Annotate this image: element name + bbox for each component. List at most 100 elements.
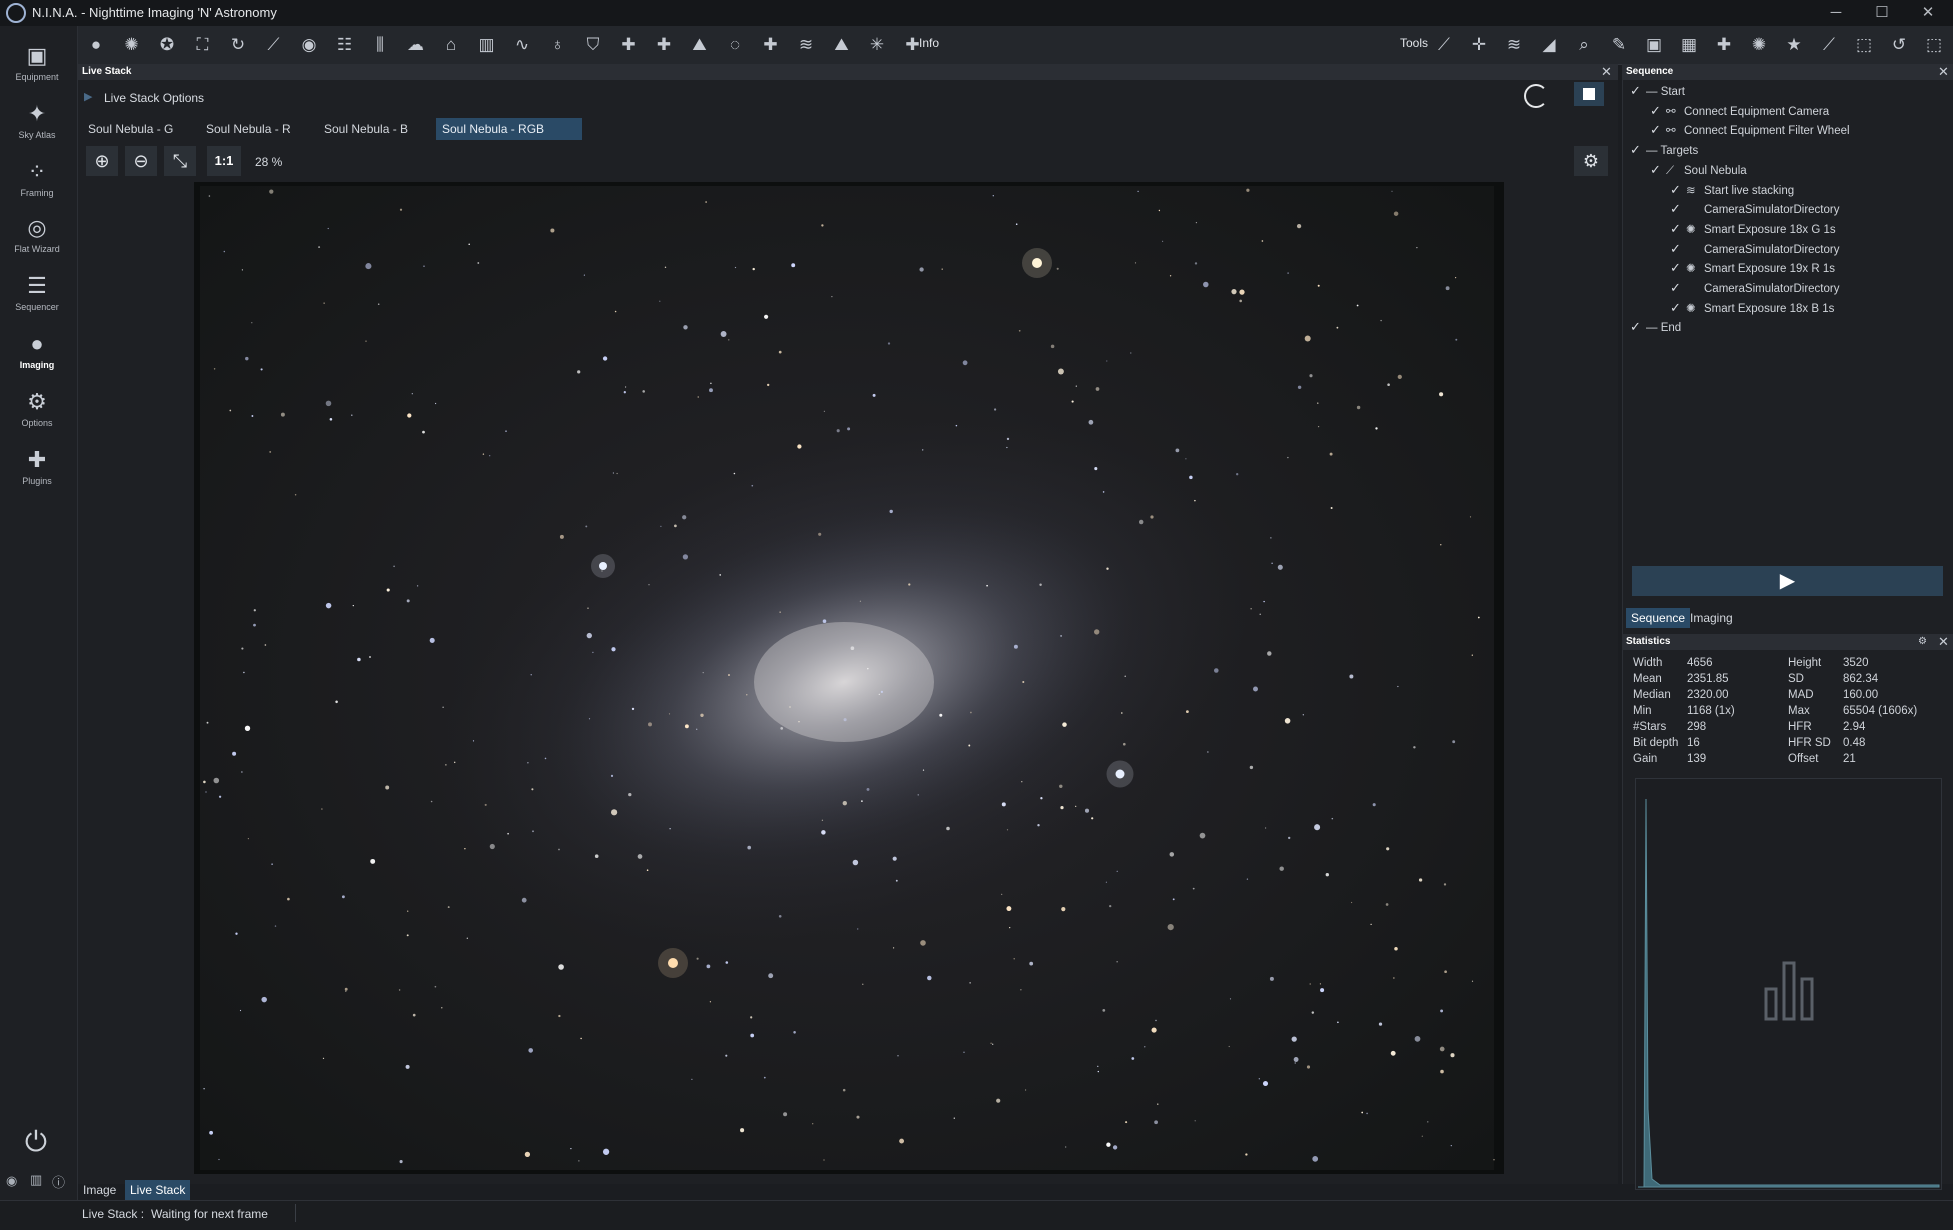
sequence-item[interactable]: ✓ ✺ Smart Exposure 19x R 1s	[1670, 258, 1835, 277]
book-icon[interactable]: ▥	[30, 1172, 42, 1188]
zoom-in-button[interactable]: ⊕	[86, 146, 118, 176]
graph-icon[interactable]: ∿	[510, 34, 534, 56]
imaging-dot-icon[interactable]: ●	[84, 34, 108, 56]
telescope-icon[interactable]: ⟋	[262, 34, 286, 56]
close-icon[interactable]: ✕	[1938, 634, 1949, 650]
minimize-button[interactable]: ─	[1816, 2, 1856, 24]
target-icon[interactable]: ◉	[297, 34, 321, 56]
histogram-icon[interactable]: ▥	[475, 34, 499, 56]
sequence-item[interactable]: ✓ ⚯ Connect Equipment Camera	[1650, 101, 1829, 120]
star-icon[interactable]: ★	[1782, 34, 1806, 56]
run-sequence-button[interactable]: ▶	[1632, 566, 1943, 596]
tab-soul-nebula-g[interactable]: Soul Nebula - G	[82, 118, 204, 140]
polar-icon[interactable]: ✳	[865, 34, 889, 56]
image-icon[interactable]: ⛰	[830, 34, 854, 56]
puzzle-icon[interactable]: ✚	[759, 34, 783, 56]
aperture-icon[interactable]: ✺	[1747, 34, 1771, 56]
sequence-item[interactable]: ✓ — End	[1630, 317, 1681, 336]
star	[429, 637, 435, 643]
info-label[interactable]: Info	[919, 36, 939, 50]
tab-soul-nebula-b[interactable]: Soul Nebula - B	[318, 118, 440, 140]
shield-icon[interactable]: ⛉	[581, 34, 605, 56]
guide-icon[interactable]: ◌	[723, 34, 747, 56]
check-icon: ✓	[1650, 102, 1661, 118]
layers-icon[interactable]: ≋	[794, 34, 818, 56]
sequence-item[interactable]: ✓ ⟋ Soul Nebula	[1650, 160, 1747, 179]
crosshair-icon[interactable]: ✛	[1467, 34, 1491, 56]
tab-sequence[interactable]: Sequence	[1626, 608, 1691, 628]
expand-arrow-icon[interactable]: ▶	[84, 90, 92, 103]
star	[728, 674, 730, 676]
close-icon[interactable]: ✕	[1938, 64, 1949, 80]
bottom-tab-live-stack[interactable]: Live Stack	[125, 1180, 191, 1200]
close-window-button[interactable]: ✕	[1908, 2, 1948, 24]
image-icon[interactable]: ⛰	[688, 34, 712, 56]
sliders-icon[interactable]: ⫼	[368, 34, 392, 56]
brush-icon[interactable]: ✎	[1607, 34, 1631, 56]
stop-button[interactable]	[1574, 82, 1604, 106]
nav-imaging[interactable]: ● Imaging	[0, 322, 74, 377]
star	[1037, 824, 1040, 827]
power-icon[interactable]: ⏻	[20, 1126, 52, 1158]
calculator-icon[interactable]: ▦	[1677, 34, 1701, 56]
rotate-icon[interactable]: ↻	[226, 34, 250, 56]
bulb-icon[interactable]: ♁	[546, 34, 570, 56]
nav-options[interactable]: ⚙ Options	[0, 380, 74, 435]
sequence-item[interactable]: ✓ ✺ Smart Exposure 18x G 1s	[1670, 219, 1836, 238]
settings-icon[interactable]: ⚙	[1918, 634, 1927, 650]
search-icon[interactable]: ⌕	[1572, 34, 1596, 56]
frame-icon[interactable]: ⬚	[1852, 34, 1876, 56]
sequence-item[interactable]: ✓ ⚯ Connect Equipment Filter Wheel	[1650, 120, 1850, 139]
one-to-one-button[interactable]: 1:1	[207, 146, 241, 176]
close-icon[interactable]: ✕	[1601, 64, 1612, 80]
maximize-button[interactable]: ☐	[1862, 2, 1902, 24]
check-icon: ✓	[1630, 319, 1641, 335]
fit-button[interactable]: ⤡	[164, 146, 196, 176]
image-viewport[interactable]	[194, 182, 1504, 1174]
cloud-icon[interactable]: ☁	[404, 34, 428, 56]
sequence-item[interactable]: ✓ ≋ Start live stacking	[1670, 180, 1794, 199]
af-icon[interactable]: ⟋	[1817, 34, 1841, 56]
star	[1169, 852, 1175, 857]
sequence-item[interactable]: ✓ — Targets	[1630, 140, 1698, 159]
sequence-item[interactable]: ✓ CameraSimulatorDirectory	[1670, 278, 1839, 297]
stat-label: SD	[1788, 673, 1804, 685]
nav-sequencer[interactable]: ☰ Sequencer	[0, 264, 74, 319]
tab-imaging[interactable]: Imaging	[1685, 608, 1738, 628]
puzzle-icon[interactable]: ✚	[617, 34, 641, 56]
dome-icon[interactable]: ⌂	[439, 34, 463, 56]
nav-flat-wizard[interactable]: ◎ Flat Wizard	[0, 206, 74, 261]
info-icon[interactable]: ⓘ	[52, 1172, 65, 1191]
sequence-item[interactable]: ✓ — Start	[1630, 81, 1685, 100]
live-stack-options[interactable]: Live Stack Options	[104, 91, 204, 105]
capture-icon[interactable]: ▣	[1642, 34, 1666, 56]
nav-equipment[interactable]: ▣ Equipment	[0, 34, 74, 89]
bottom-tab-image[interactable]: Image	[78, 1180, 121, 1200]
check-icon: ✓	[1630, 83, 1641, 98]
focus-frame-icon[interactable]: ⛶	[191, 34, 215, 56]
filter-wheel-icon[interactable]: ✪	[155, 34, 179, 56]
tab-soul-nebula-rgb[interactable]: Soul Nebula - RGB	[436, 118, 582, 140]
sequence-item[interactable]: ✓ ✺ Smart Exposure 18x B 1s	[1670, 298, 1834, 317]
zoom-out-button[interactable]: ⊖	[125, 146, 157, 176]
puzzle-icon[interactable]: ✚	[652, 34, 676, 56]
tab-soul-nebula-r[interactable]: Soul Nebula - R	[200, 118, 322, 140]
puzzle-icon[interactable]: ✚	[1712, 34, 1736, 56]
nav-framing[interactable]: ⁘ Framing	[0, 150, 74, 205]
sequence-item[interactable]: ✓ CameraSimulatorDirectory	[1670, 239, 1839, 258]
star	[783, 1112, 788, 1117]
star	[1331, 817, 1334, 820]
nav-plugins[interactable]: ✚ Plugins	[0, 438, 74, 493]
stack-settings-button[interactable]: ⚙	[1574, 146, 1608, 176]
frame-icon[interactable]: ⬚	[1922, 34, 1946, 56]
nav-sky-atlas[interactable]: ✦ Sky Atlas	[0, 92, 74, 147]
history-icon[interactable]: ↺	[1887, 34, 1911, 56]
eye-icon[interactable]: ◉	[6, 1173, 17, 1189]
sequence-item[interactable]: ✓ CameraSimulatorDirectory	[1670, 199, 1839, 218]
list-icon[interactable]: ☷	[333, 34, 357, 56]
ruler-icon[interactable]: ◢	[1537, 34, 1561, 56]
telescope-icon[interactable]: ⟋	[1432, 34, 1456, 56]
aperture-icon[interactable]: ✺	[120, 34, 144, 56]
star	[1361, 1111, 1364, 1114]
layers-icon[interactable]: ≋	[1502, 34, 1526, 56]
